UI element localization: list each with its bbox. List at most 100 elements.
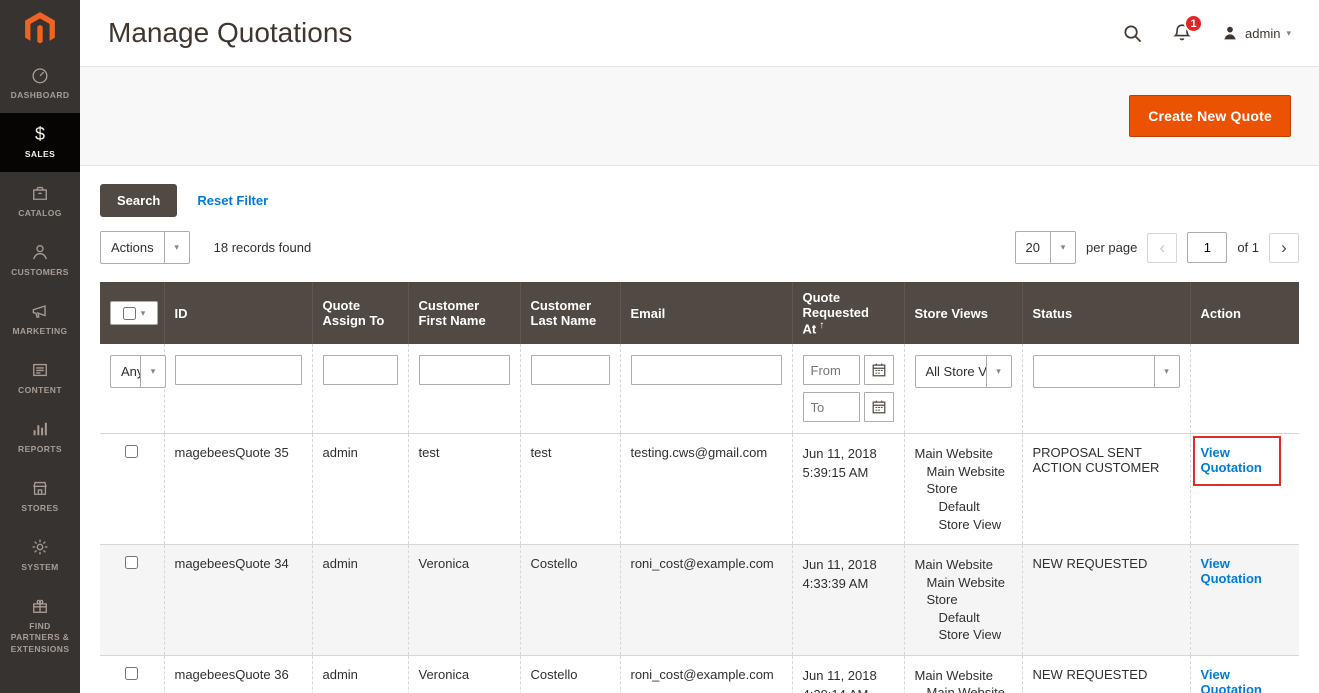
cell-status: NEW REQUESTED: [1021, 544, 1190, 656]
sidebar-item-system[interactable]: SYSTEM: [0, 526, 80, 585]
cell-id: magebeesQuote 36: [163, 655, 312, 693]
previous-page-button[interactable]: ‹: [1147, 232, 1178, 263]
chevron-right-icon: ›: [1281, 237, 1287, 257]
sidebar-item-marketing[interactable]: MARKETING: [0, 290, 80, 349]
global-search-button[interactable]: [1122, 23, 1143, 44]
sidebar-item-content[interactable]: CONTENT: [0, 349, 80, 408]
create-new-quote-button[interactable]: Create New Quote: [1129, 95, 1291, 137]
table-row: magebeesQuote 35 admin test test testing…: [100, 433, 1299, 546]
email-filter-input[interactable]: [630, 355, 782, 386]
per-page-value: 20: [1025, 240, 1040, 255]
actions-dropdown-value: Actions: [111, 240, 154, 255]
sidebar-item-label: REPORTS: [18, 444, 62, 455]
cell-quote-requested-at: Jun 11, 2018 4:29:14 AM: [791, 655, 904, 693]
search-button[interactable]: Search: [100, 184, 178, 217]
admin-user-label: admin: [1245, 25, 1281, 41]
cell-quote-assign-to: admin: [311, 433, 408, 546]
dashboard-icon: [4, 65, 76, 85]
column-header-email[interactable]: Email: [619, 282, 792, 345]
reset-filter-link[interactable]: Reset Filter: [197, 193, 268, 208]
page-actions-band: Create New Quote: [80, 66, 1319, 166]
store-views-filter-select[interactable]: All Store Views ▾: [914, 355, 1012, 389]
store-view-website: Main Website: [914, 667, 994, 683]
column-header-customer-last-name[interactable]: Customer Last Name: [519, 282, 620, 345]
row-select-checkbox[interactable]: [125, 556, 139, 570]
caret-down-icon: ▾: [140, 356, 165, 388]
sidebar-item-catalog[interactable]: CATALOG: [0, 172, 80, 231]
catalog-icon: [4, 183, 76, 203]
requested-date: Jun 11, 2018: [802, 446, 877, 462]
store-view-website: Main Website: [914, 446, 994, 462]
customer-first-name-filter-input[interactable]: [418, 355, 510, 386]
sidebar-item-stores[interactable]: STORES: [0, 467, 80, 526]
grid-toolbar-row: Actions ▾ 18 records found 20 ▾ per page…: [100, 231, 1299, 264]
next-page-button[interactable]: ›: [1269, 232, 1299, 263]
cell-action: View Quotation: [1189, 655, 1299, 693]
column-header-status[interactable]: Status: [1021, 282, 1190, 345]
app-window: DASHBOARD $ SALES CATALOG CUSTOMERS MARK…: [0, 0, 1319, 693]
cell-customer-last-name: Costello: [519, 544, 620, 656]
grid-search-row: Search Reset Filter: [100, 184, 1299, 217]
calendar-to-button[interactable]: [863, 392, 894, 423]
column-header-store-views: Store Views: [903, 282, 1022, 345]
page-title: Manage Quotations: [108, 17, 353, 48]
cell-store-views: Main Website Main Website Store Default …: [903, 655, 1022, 693]
records-found-label: 18 records found: [213, 240, 312, 255]
date-from-filter-input[interactable]: [802, 355, 860, 386]
column-header-quote-assign-to[interactable]: Quote Assign To: [311, 282, 408, 345]
sidebar-item-sales[interactable]: $ SALES: [0, 113, 80, 173]
column-header-action: Action: [1189, 282, 1299, 345]
cell-status: NEW REQUESTED: [1021, 655, 1190, 693]
calendar-from-button[interactable]: [863, 355, 894, 386]
date-to-filter-input[interactable]: [802, 392, 860, 423]
per-page-select[interactable]: 20 ▾: [1014, 231, 1076, 264]
column-header-quote-requested-at[interactable]: Quote Requested At ↑: [791, 282, 904, 345]
row-select-checkbox[interactable]: [125, 666, 139, 680]
find-partners-icon: [4, 596, 76, 616]
any-filter-select[interactable]: Any ▾: [110, 355, 166, 389]
store-view-view: Default Store View: [938, 498, 1002, 532]
magento-logo[interactable]: [0, 0, 80, 54]
system-icon: [4, 537, 76, 557]
mass-select-dropdown[interactable]: ▾: [110, 301, 158, 326]
cell-quote-assign-to: admin: [311, 544, 408, 656]
caret-down-icon: ▾: [1286, 27, 1291, 38]
notifications-button[interactable]: 1: [1171, 14, 1204, 44]
quote-assign-to-filter-input[interactable]: [322, 355, 398, 386]
caret-down-icon: ▾: [163, 232, 189, 263]
column-header-id[interactable]: ID: [163, 282, 312, 345]
view-quotation-link[interactable]: View Quotation: [1201, 445, 1262, 475]
calendar-icon: [872, 363, 885, 377]
actions-dropdown[interactable]: Actions ▾: [100, 231, 190, 264]
sidebar-item-find-partners[interactable]: FIND PARTNERS & EXTENSIONS: [0, 585, 80, 666]
column-header-customer-first-name[interactable]: Customer First Name: [407, 282, 520, 345]
column-header-label: Quote Requested At: [802, 290, 869, 337]
sidebar-item-label: CATALOG: [18, 208, 62, 219]
sidebar-item-reports[interactable]: REPORTS: [0, 408, 80, 467]
customer-last-name-filter-input[interactable]: [530, 355, 610, 386]
store-view-store: Main Website Store: [926, 685, 1006, 693]
sidebar-item-dashboard[interactable]: DASHBOARD: [0, 54, 80, 113]
status-filter-select[interactable]: ▾: [1032, 355, 1180, 389]
view-quotation-link[interactable]: View Quotation: [1201, 667, 1262, 693]
requested-time: 4:33:39 AM: [802, 575, 869, 591]
cell-email: roni_cost@example.com: [619, 655, 792, 693]
cell-quote-requested-at: Jun 11, 2018 5:39:15 AM: [791, 433, 904, 546]
select-all-checkbox[interactable]: [122, 306, 136, 320]
cell-email: testing.cws@gmail.com: [619, 433, 792, 546]
filter-row: Any ▾: [100, 344, 1299, 435]
row-select-checkbox[interactable]: [125, 445, 139, 459]
admin-sidebar: DASHBOARD $ SALES CATALOG CUSTOMERS MARK…: [0, 0, 80, 693]
current-page-input[interactable]: [1187, 232, 1228, 263]
marketing-icon: [4, 301, 76, 321]
sidebar-item-label: CUSTOMERS: [11, 267, 69, 278]
page-header: Manage Quotations 1 admin ▾: [80, 0, 1319, 66]
requested-time: 5:39:15 AM: [802, 465, 869, 481]
admin-user-menu[interactable]: admin ▾: [1221, 24, 1291, 42]
cell-customer-last-name: Costello: [519, 655, 620, 693]
sidebar-item-customers[interactable]: CUSTOMERS: [0, 231, 80, 290]
requested-date: Jun 11, 2018: [802, 667, 877, 683]
id-filter-input[interactable]: [174, 355, 302, 386]
sidebar-item-label: MARKETING: [12, 326, 68, 337]
view-quotation-link[interactable]: View Quotation: [1201, 556, 1262, 586]
